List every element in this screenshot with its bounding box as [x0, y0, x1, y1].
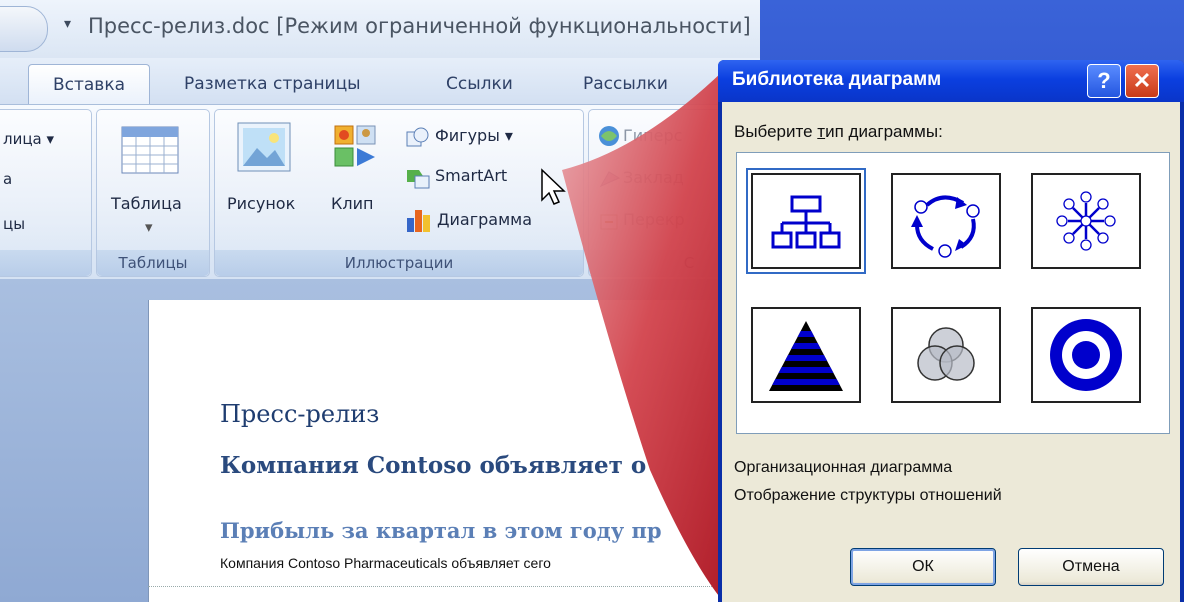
hyperlink-icon [599, 126, 619, 146]
table-dropdown-icon[interactable]: ▾ [145, 218, 153, 236]
partial-item-1[interactable]: лица ▾ [3, 130, 54, 148]
venn-diagram-icon [917, 327, 975, 381]
quick-access-dropdown-icon[interactable]: ▾ [64, 16, 71, 32]
close-button[interactable]: ✕ [1125, 64, 1159, 98]
document-title: Пресс-релиз.doc [Режим ограниченной функ… [88, 14, 751, 38]
group-illustrations: Рисунок Клип Фигуры ▾ SmartArt Диаграмма… [214, 109, 584, 277]
table-button[interactable]: Таблица [111, 194, 182, 213]
group-pages-partial: лица ▾ а цы [0, 109, 92, 277]
shapes-button[interactable]: Фигуры ▾ [435, 126, 513, 145]
dialog-title: Библиотека диаграмм [732, 69, 942, 90]
partial-item-2[interactable]: а [3, 170, 12, 188]
group-label-partial [0, 250, 91, 276]
clip-art-button[interactable]: Клип [331, 194, 373, 213]
bookmark-button[interactable]: Заклад [623, 168, 684, 187]
org-chart-icon [771, 195, 841, 249]
ok-button[interactable]: ОК [850, 548, 996, 586]
dialog-body: Выберите тип диаграммы: Организационная … [722, 102, 1180, 602]
office-button[interactable] [0, 6, 48, 52]
diagram-gallery-dialog: Библиотека диаграмм ? ✕ Выберите тип диа… [718, 60, 1184, 602]
title-bar: ▾ Пресс-релиз.doc [Режим ограниченной фу… [0, 0, 760, 58]
hyperlink-button[interactable]: Гиперс [623, 126, 682, 145]
ribbon-tabs: Вставка Разметка страницы Ссылки Рассылк… [0, 58, 760, 105]
prompt-text-after: ип диаграммы: [825, 122, 943, 141]
radial-diagram-icon [1056, 191, 1116, 251]
picture-icon [237, 122, 291, 172]
table-icon [121, 126, 179, 174]
ribbon: лица ▾ а цы Таблица ▾ Таблицы Рисунок Кл… [0, 104, 760, 280]
diagram-description-title: Организационная диаграмма [734, 459, 953, 476]
group-tables: Таблица ▾ Таблицы [96, 109, 210, 277]
diagram-type-list [736, 152, 1170, 434]
page-divider [148, 586, 748, 587]
shapes-icon [406, 127, 429, 147]
bookmark-icon [599, 171, 621, 188]
pyramid-diagram-icon [769, 321, 843, 391]
tab-page-layout[interactable]: Разметка страницы [184, 64, 361, 104]
dialog-title-bar[interactable]: Библиотека диаграмм ? ✕ [718, 60, 1184, 102]
target-diagram-icon [1050, 319, 1122, 391]
cancel-button[interactable]: Отмена [1018, 548, 1164, 586]
help-button[interactable]: ? [1087, 64, 1121, 98]
tile-org-chart[interactable] [746, 168, 866, 274]
doc-body-text: Компания Contoso Pharmaceuticals объявля… [220, 555, 551, 571]
cross-reference-button[interactable]: Перекр [623, 210, 685, 229]
cycle-diagram-icon [911, 195, 980, 258]
clip-art-icon [334, 125, 376, 167]
tile-venn[interactable] [891, 307, 1001, 403]
tab-insert[interactable]: Вставка [28, 64, 150, 105]
doc-heading-2: Прибыль за квартал в этом году пр [220, 518, 662, 543]
prompt-accelerator: т [817, 122, 826, 141]
diagram-description-text: Отображение структуры отношений [734, 487, 1002, 504]
picture-button[interactable]: Рисунок [227, 194, 295, 213]
doc-heading-1: Компания Contoso объявляет о [220, 452, 647, 479]
tab-mailings[interactable]: Рассылки [583, 64, 668, 104]
smartart-icon [407, 170, 430, 189]
doc-title-text: Пресс-релиз [220, 400, 380, 428]
tile-pyramid[interactable] [751, 307, 861, 403]
tile-target[interactable] [1031, 307, 1141, 403]
cross-reference-icon [600, 214, 618, 230]
tile-radial[interactable] [1031, 173, 1141, 269]
group-label-illustrations: Иллюстрации [215, 250, 583, 276]
chart-button[interactable]: Диаграмма [437, 210, 532, 229]
partial-item-3[interactable]: цы [3, 215, 25, 233]
prompt-text-before: Выберите [734, 122, 818, 141]
diagram-type-label: Выберите тип диаграммы: [734, 122, 943, 142]
tab-references[interactable]: Ссылки [446, 64, 513, 104]
smartart-button[interactable]: SmartArt [435, 166, 507, 185]
chart-icon [407, 210, 430, 232]
tile-cycle[interactable] [891, 173, 1001, 269]
group-label-tables: Таблицы [97, 250, 209, 276]
